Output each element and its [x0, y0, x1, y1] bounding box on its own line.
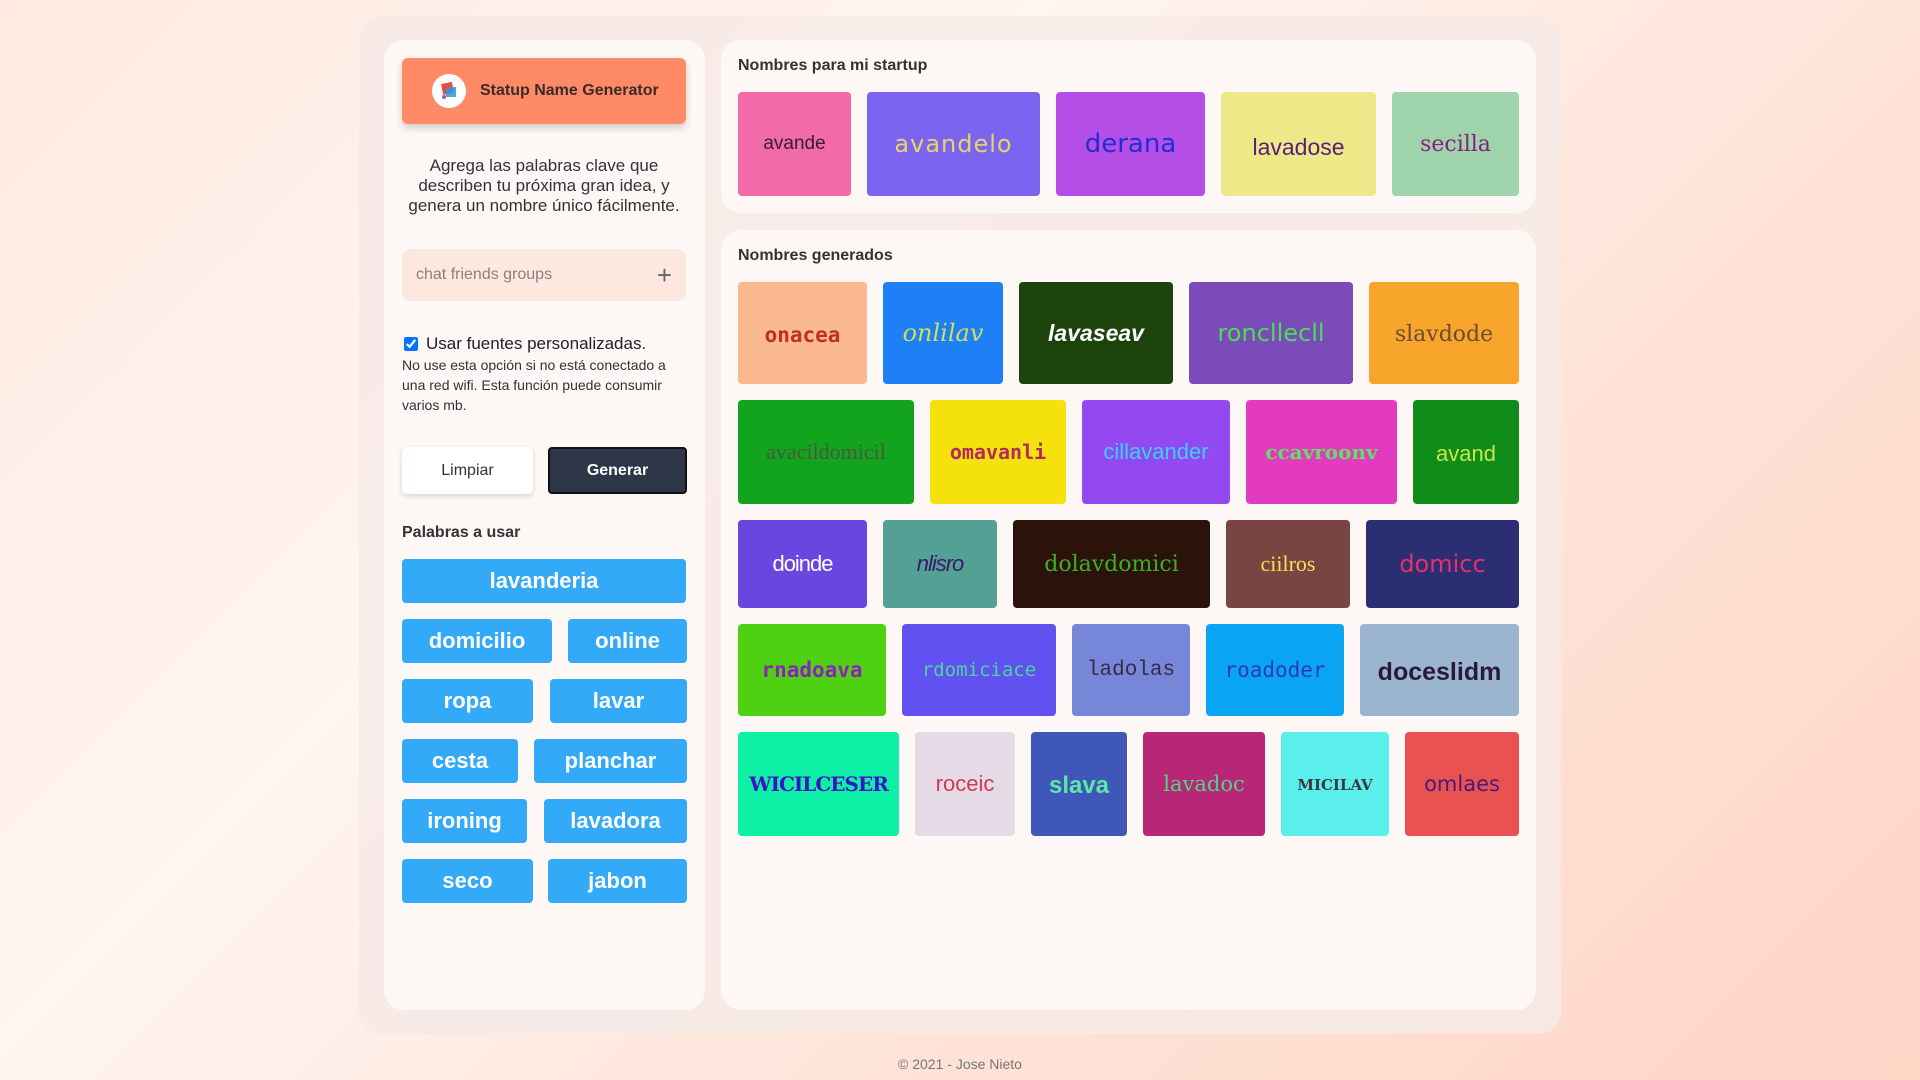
name-tile[interactable]: secilla — [1392, 92, 1519, 196]
name-tile-label: slava — [1048, 772, 1110, 799]
name-tile-label: roncllecll — [1217, 319, 1325, 347]
name-tile[interactable]: cillavander — [1082, 400, 1230, 504]
name-tile-label: MICILAV — [1297, 776, 1373, 794]
name-tile-label: avande — [763, 133, 826, 154]
word-chip[interactable]: ropa — [402, 679, 533, 723]
app-title-bar: Statup Name Generator — [402, 58, 686, 124]
word-chip[interactable]: lavanderia — [402, 559, 686, 603]
name-tile[interactable]: nlisro — [883, 520, 997, 608]
name-tile[interactable]: ccavroonv — [1246, 400, 1397, 504]
name-tile[interactable]: avand — [1413, 400, 1519, 504]
name-tile[interactable]: domicc — [1366, 520, 1519, 608]
name-tile-label: doinde — [772, 551, 833, 576]
name-tile-label: onlilav — [902, 319, 984, 347]
keyword-input[interactable] — [416, 266, 657, 284]
name-tile-label: avand — [1436, 441, 1496, 466]
name-tile-label: derana — [1084, 129, 1177, 159]
name-tile-label: rdomiciace — [921, 659, 1037, 681]
name-tile-label: rnadoava — [761, 658, 863, 682]
name-tile-label: omavanli — [949, 440, 1047, 464]
generate-button[interactable]: Generar — [548, 447, 687, 494]
word-chip[interactable]: lavadora — [544, 799, 687, 843]
word-chip[interactable]: seco — [402, 859, 533, 903]
footer: © 2021 - Jose Nieto — [898, 1056, 1022, 1072]
name-tile-label: lavaseav — [1048, 319, 1144, 346]
name-tile-label: ccavroonv — [1265, 440, 1378, 464]
name-tile[interactable]: onlilav — [883, 282, 1003, 384]
name-tile-label: cillavander — [1103, 439, 1209, 464]
word-chip[interactable]: lavar — [550, 679, 687, 723]
name-tile[interactable]: ladolas — [1072, 624, 1190, 716]
logo-icon — [432, 74, 466, 108]
word-chip[interactable]: planchar — [534, 739, 687, 783]
name-tile-label: domicc — [1399, 550, 1486, 578]
app-title: Statup Name Generator — [480, 82, 659, 99]
name-tile[interactable]: onacea — [738, 282, 867, 384]
favorites-panel: Nombres para mi startup avande avandelo … — [721, 40, 1536, 213]
favorites-title: Nombres para mi startup — [738, 57, 928, 74]
name-tile[interactable]: avande — [738, 92, 851, 196]
name-tile-label: nlisro — [916, 551, 965, 576]
name-tile[interactable]: slavdode — [1369, 282, 1519, 384]
name-tile-label: lavadose — [1252, 133, 1345, 160]
name-tile[interactable]: derana — [1056, 92, 1205, 196]
name-tile[interactable]: doinde — [738, 520, 867, 608]
name-tile[interactable]: roncllecll — [1189, 282, 1353, 384]
name-tile-label: secilla — [1420, 131, 1491, 157]
clear-button[interactable]: Limpiar — [402, 447, 533, 494]
custom-fonts-label: Usar fuentes personalizadas. — [426, 334, 647, 353]
name-tile[interactable]: lavaseav — [1019, 282, 1173, 384]
name-tile[interactable]: dolavdomici — [1013, 520, 1210, 608]
name-tile[interactable]: omlaes — [1405, 732, 1519, 836]
word-chip[interactable]: ironing — [402, 799, 527, 843]
word-chip[interactable]: cesta — [402, 739, 518, 783]
custom-fonts-note: No use esta opción si no está conectado … — [402, 357, 666, 413]
name-tile-label: lavadoc — [1163, 772, 1245, 796]
name-tile-label: WICILCESER — [749, 772, 889, 796]
name-tile[interactable]: rnadoava — [738, 624, 886, 716]
name-tile[interactable]: roceic — [915, 732, 1015, 836]
name-tile[interactable]: ciilros — [1226, 520, 1350, 608]
name-tile[interactable]: avacildomicil — [738, 400, 914, 504]
app-description: Agrega las palabras clave que describen … — [408, 156, 680, 215]
name-tile[interactable]: avandelo — [867, 92, 1040, 196]
name-tile-label: avandelo — [894, 130, 1013, 158]
name-tile[interactable]: WICILCESER — [738, 732, 899, 836]
generated-title: Nombres generados — [738, 247, 893, 264]
name-tile[interactable]: lavadose — [1221, 92, 1376, 196]
word-chip[interactable]: jabon — [548, 859, 687, 903]
name-tile[interactable]: roadoder — [1206, 624, 1344, 716]
name-tile-label: doceslidm — [1377, 657, 1502, 686]
name-tile[interactable]: rdomiciace — [902, 624, 1056, 716]
generated-panel: Nombres generados onacea onlilav lavasea… — [721, 230, 1536, 1010]
name-tile-label: avacildomicil — [766, 439, 886, 464]
name-tile[interactable]: slava — [1031, 732, 1127, 836]
word-chip[interactable]: domicilio — [402, 619, 552, 663]
name-tile[interactable]: doceslidm — [1360, 624, 1519, 716]
name-tile[interactable]: MICILAV — [1281, 732, 1389, 836]
keyword-field: + — [402, 249, 686, 301]
control-panel: Statup Name Generator Agrega las palabra… — [384, 40, 705, 1010]
name-tile[interactable]: omavanli — [930, 400, 1066, 504]
word-chip[interactable]: online — [568, 619, 687, 663]
name-tile-label: onacea — [764, 323, 841, 347]
plus-icon[interactable]: + — [657, 262, 672, 288]
custom-fonts-checkbox[interactable] — [404, 337, 418, 351]
name-tile-label: roceic — [935, 771, 995, 796]
name-tile[interactable]: lavadoc — [1143, 732, 1265, 836]
name-tile-label: omlaes — [1424, 772, 1500, 796]
words-title: Palabras a usar — [402, 524, 521, 541]
name-tile-label: slavdode — [1394, 321, 1494, 347]
name-tile-label: roadoder — [1224, 658, 1326, 682]
custom-fonts-option[interactable]: Usar fuentes personalizadas. — [404, 334, 646, 354]
name-tile-label: ciilros — [1260, 551, 1316, 576]
name-tile-label: ladolas — [1086, 658, 1176, 682]
name-tile-label: dolavdomici — [1044, 551, 1179, 577]
